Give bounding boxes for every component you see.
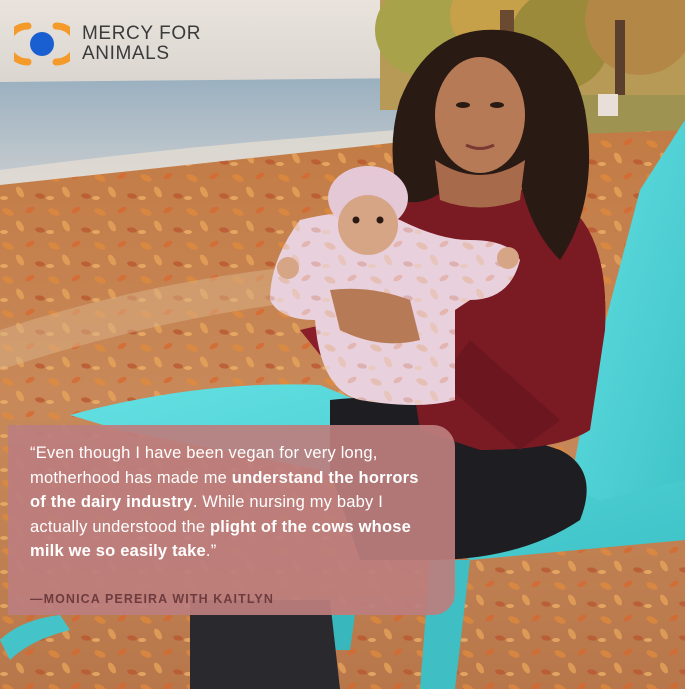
brand-logo[interactable]: MERCY FOR ANIMALS (14, 22, 201, 66)
quote-part-close: .” (205, 542, 217, 560)
brand-name: MERCY FOR ANIMALS (82, 24, 201, 64)
brand-name-line2: ANIMALS (82, 43, 170, 64)
testimonial-quote: “Even though I have been vegan for very … (30, 441, 437, 564)
testimonial-quote-box: “Even though I have been vegan for very … (8, 425, 455, 615)
brand-name-line1: MERCY FOR (82, 23, 202, 44)
mercy-for-animals-logo-icon (14, 22, 70, 66)
social-post-card: MERCY FOR ANIMALS “Even though I have be… (0, 0, 685, 689)
quote-attribution: —MONICA PEREIRA WITH KAITLYN (30, 591, 274, 606)
